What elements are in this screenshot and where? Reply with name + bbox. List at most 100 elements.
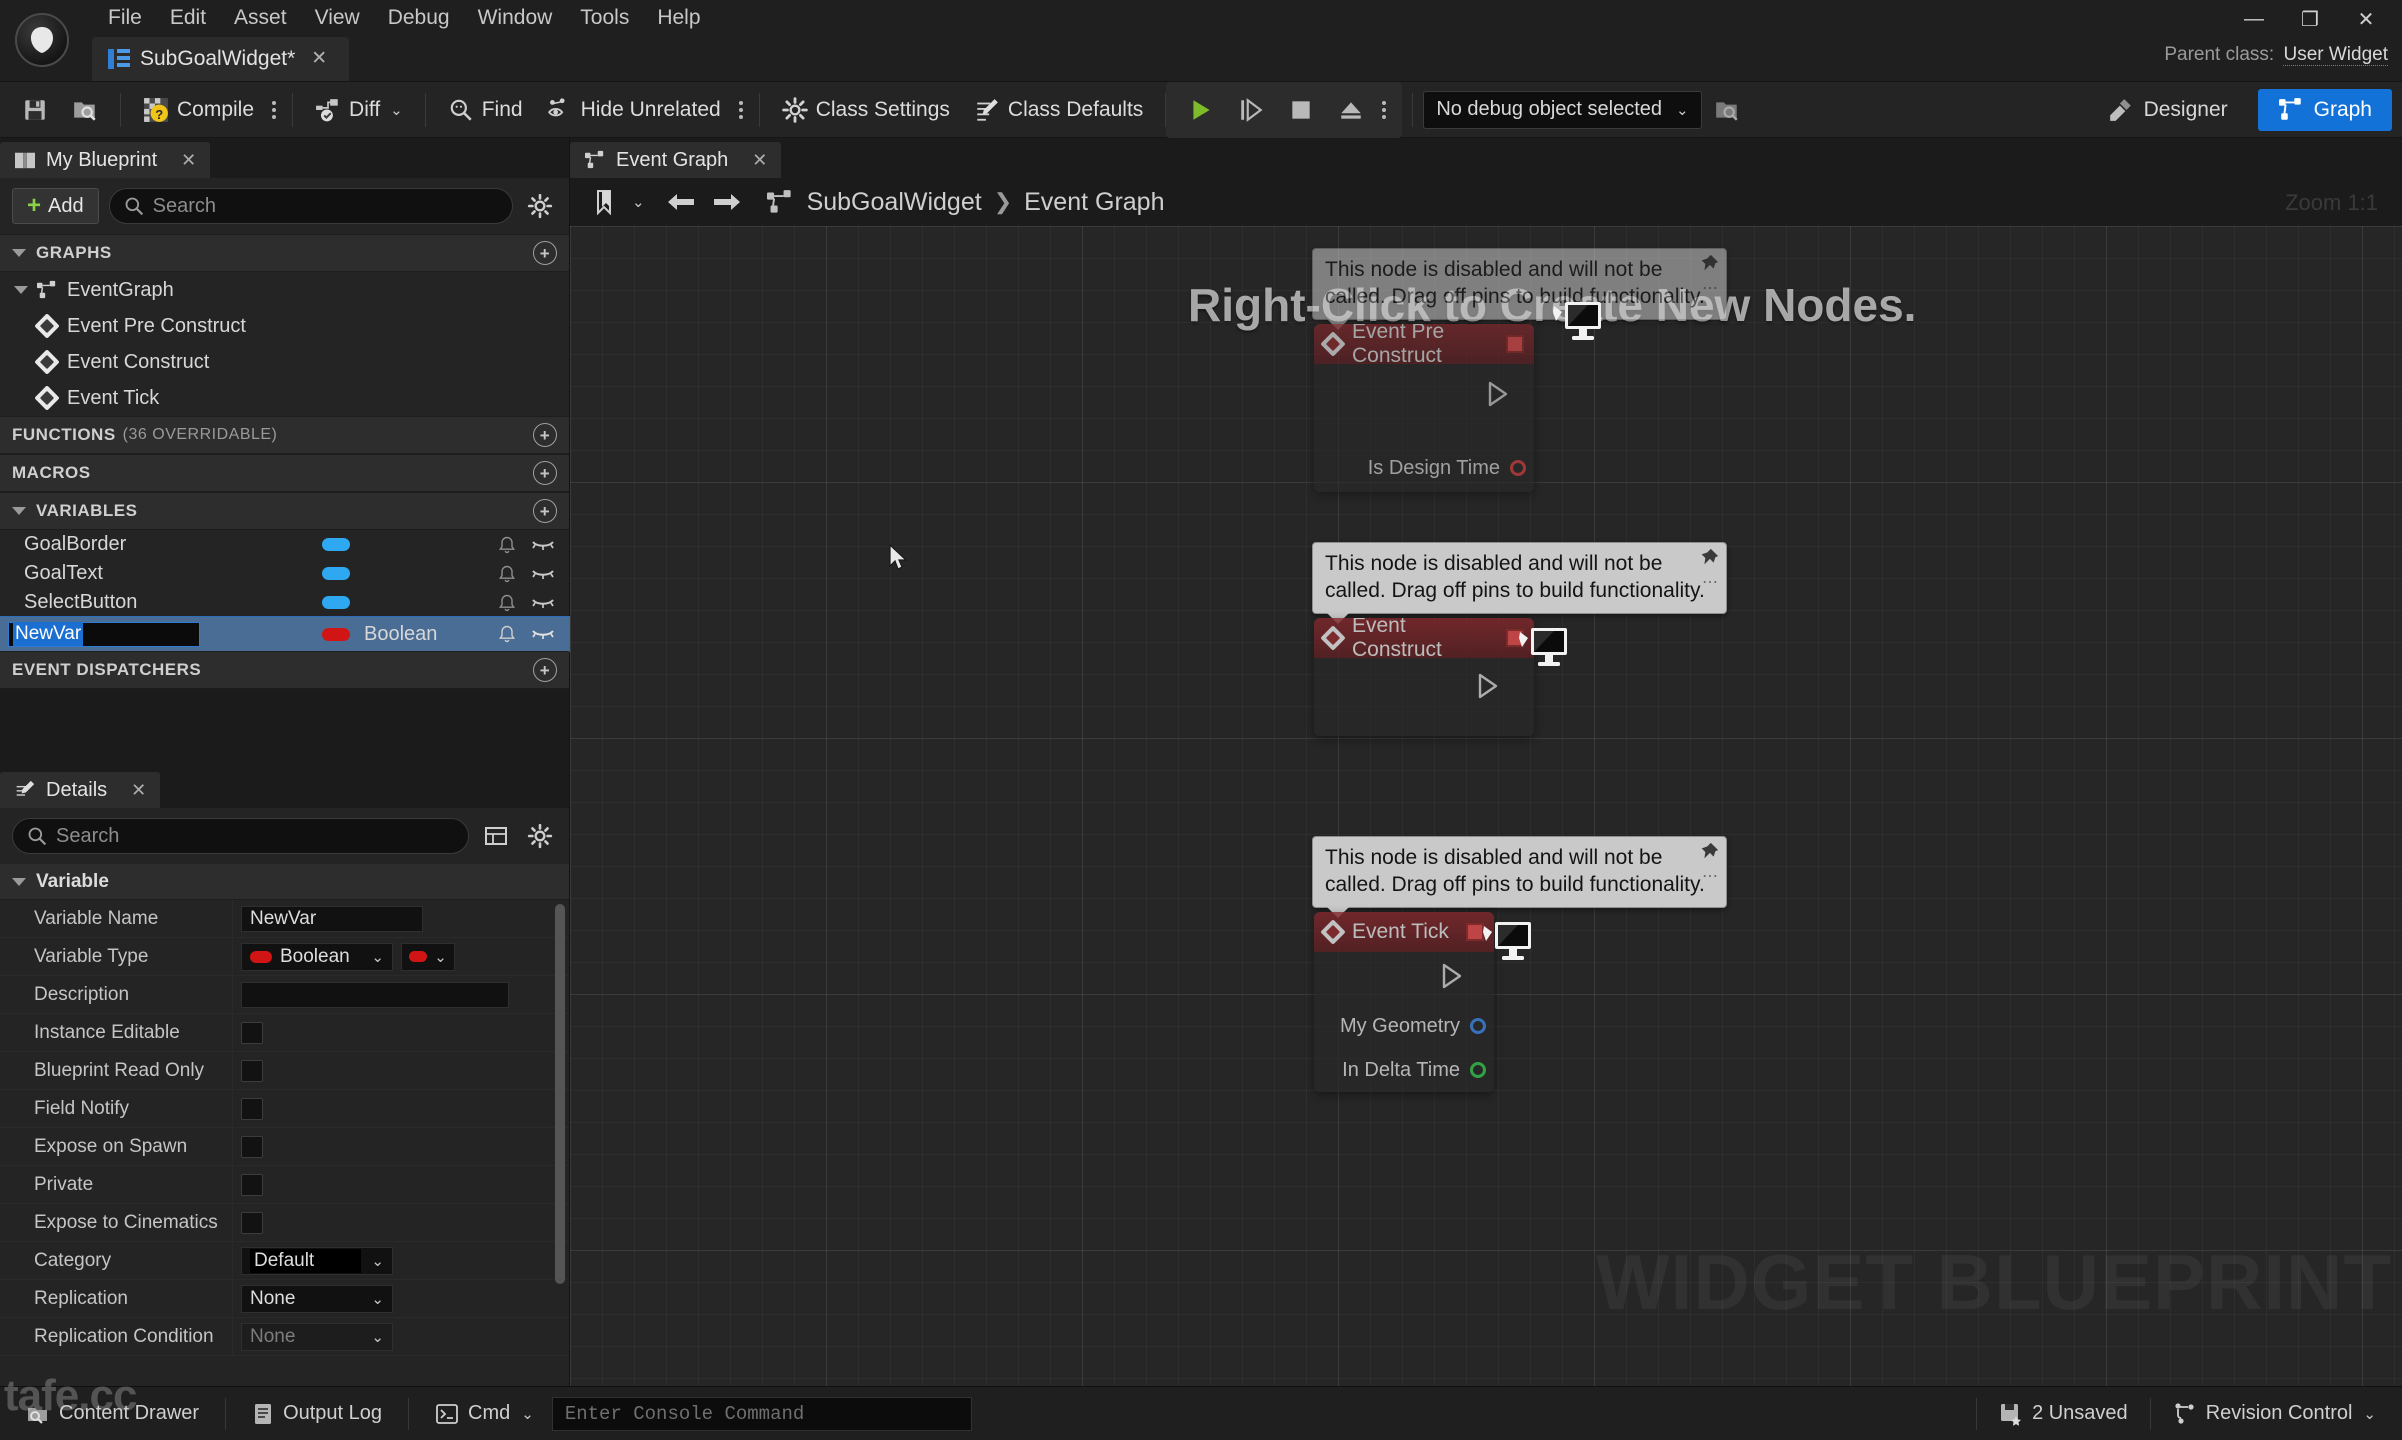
console-command-input[interactable]: Enter Console Command [551, 1396, 972, 1431]
main-menu-bar[interactable]: File Edit Asset View Debug Window Tools … [94, 2, 715, 34]
section-functions[interactable]: FUNCTIONS (36 OVERRIDABLE) + [0, 416, 569, 454]
compile-options-kebab-icon[interactable] [266, 95, 282, 125]
node-box[interactable]: Event Construct [1314, 618, 1534, 737]
browse-debug-object-button[interactable] [1702, 88, 1752, 132]
save-button[interactable] [10, 88, 60, 132]
browse-to-asset-button[interactable] [60, 88, 110, 132]
bell-icon[interactable] [497, 593, 517, 613]
details-column-view-button[interactable] [479, 819, 513, 853]
designer-mode-button[interactable]: Designer [2088, 89, 2248, 131]
field-notify-checkbox[interactable] [241, 1097, 263, 1120]
tooltip-more-icon[interactable]: ⋯ [1702, 867, 1720, 887]
menu-item-file[interactable]: File [94, 2, 156, 34]
tab-event-graph[interactable]: Event Graph ✕ [570, 142, 782, 178]
navigate-back-button[interactable] [661, 183, 701, 221]
add-macro-button[interactable]: + [533, 461, 557, 485]
add-graph-button[interactable]: + [533, 241, 557, 265]
details-scrollbar[interactable] [555, 904, 565, 1284]
expose-to-cinematics-checkbox[interactable] [241, 1211, 263, 1234]
revision-control-button[interactable]: Revision Control ⌄ [2159, 1393, 2390, 1435]
variable-name-field[interactable]: NewVar [241, 905, 423, 932]
node-box[interactable]: Event Pre Construct Is Design Time [1314, 324, 1534, 493]
bookmark-button[interactable] [584, 183, 624, 221]
asset-tab-subgoalwidget[interactable]: SubGoalWidget* ✕ [92, 37, 350, 81]
hide-unrelated-button[interactable]: Hide Unrelated [535, 88, 733, 132]
asset-tab-close-icon[interactable]: ✕ [305, 47, 333, 70]
eject-button[interactable] [1326, 88, 1376, 132]
menu-item-view[interactable]: View [301, 2, 374, 34]
graph-mode-button[interactable]: Graph [2257, 89, 2392, 131]
my-blueprint-settings-button[interactable] [523, 189, 557, 223]
add-variable-button[interactable]: + [533, 499, 557, 523]
node-event-pre-construct[interactable]: This node is disabled and will not be ca… [1312, 248, 1727, 493]
output-log-button[interactable]: Output Log [238, 1393, 396, 1435]
breadcrumb-item-asset[interactable]: SubGoalWidget [807, 188, 982, 217]
my-blueprint-search-input[interactable]: Search [108, 188, 513, 224]
maximize-button[interactable]: ❐ [2282, 2, 2338, 36]
menu-item-asset[interactable]: Asset [220, 2, 301, 34]
tree-item-eventgraph[interactable]: EventGraph [0, 272, 569, 308]
tooltip-more-icon[interactable]: ⋯ [1702, 279, 1720, 299]
content-drawer-button[interactable]: Content Drawer [12, 1393, 213, 1435]
instance-editable-checkbox[interactable] [241, 1021, 263, 1044]
close-button[interactable]: ✕ [2338, 2, 2394, 36]
exec-output-pin-icon[interactable] [1440, 962, 1466, 990]
section-event-dispatchers[interactable]: EVENT DISPATCHERS + [0, 651, 569, 689]
variable-rename-input[interactable]: NewVar [8, 621, 200, 647]
tab-my-blueprint[interactable]: My Blueprint ✕ [0, 142, 211, 178]
minimize-button[interactable]: — [2226, 2, 2282, 36]
pin-icon[interactable] [1698, 841, 1720, 863]
expose-on-spawn-checkbox[interactable] [241, 1135, 263, 1158]
menu-item-tools[interactable]: Tools [566, 2, 643, 34]
class-defaults-button[interactable]: Class Defaults [962, 88, 1155, 132]
section-variables[interactable]: VARIABLES + [0, 492, 569, 530]
cmd-mode-dropdown[interactable]: Cmd ⌄ [421, 1393, 548, 1435]
tree-item-event-pre-construct[interactable]: Event Pre Construct [0, 308, 569, 344]
menu-item-debug[interactable]: Debug [374, 2, 464, 34]
description-field[interactable] [241, 981, 509, 1008]
breadcrumb-item-graph[interactable]: Event Graph [1024, 188, 1164, 217]
float-output-pin-icon[interactable] [1470, 1062, 1486, 1079]
add-new-button[interactable]: + Add [12, 188, 99, 224]
hide-unrelated-options-kebab-icon[interactable] [733, 95, 749, 125]
graph-canvas[interactable]: Right-Click to Create New Nodes. WIDGET … [570, 226, 2402, 1386]
variable-type-dropdown[interactable]: Boolean ⌄ [241, 942, 393, 971]
add-function-button[interactable]: + [533, 423, 557, 447]
variable-row-goalborder[interactable]: GoalBorder [0, 530, 569, 559]
details-section-variable[interactable]: Variable [0, 864, 569, 900]
variable-row-newvar[interactable]: NewVar Boolean [0, 616, 570, 652]
replication-dropdown[interactable]: None ⌄ [241, 1284, 393, 1313]
play-options-kebab-icon[interactable] [1376, 95, 1392, 125]
variable-container-type-dropdown[interactable]: ⌄ [401, 942, 455, 971]
menu-item-help[interactable]: Help [643, 2, 714, 34]
unsaved-assets-button[interactable]: 2 Unsaved [1985, 1393, 2142, 1435]
eye-closed-icon[interactable] [531, 566, 555, 582]
tree-item-event-tick[interactable]: Event Tick [0, 380, 569, 416]
category-dropdown[interactable]: Default ⌄ [241, 1246, 393, 1275]
menu-item-edit[interactable]: Edit [156, 2, 220, 34]
variable-row-selectbutton[interactable]: SelectButton [0, 588, 569, 617]
eye-closed-icon[interactable] [531, 537, 555, 553]
chevron-down-icon[interactable]: ⌄ [390, 101, 403, 119]
graph-tab-close-icon[interactable]: ✕ [752, 150, 767, 171]
section-macros[interactable]: MACROS + [0, 454, 569, 492]
play-button[interactable] [1176, 88, 1226, 132]
node-event-construct[interactable]: This node is disabled and will not be ca… [1312, 542, 1727, 737]
compile-button[interactable]: ? Compile [131, 88, 266, 132]
exec-output-pin-icon[interactable] [1476, 672, 1502, 700]
find-button[interactable]: Find [436, 88, 535, 132]
bool-output-pin-icon[interactable] [1510, 460, 1526, 477]
parent-class-value[interactable]: User Widget [2283, 44, 2388, 66]
my-blueprint-tab-close-icon[interactable]: ✕ [181, 150, 196, 171]
pin-icon[interactable] [1698, 547, 1720, 569]
diff-button[interactable]: Diff ⌄ [303, 88, 415, 132]
blueprint-read-only-checkbox[interactable] [241, 1059, 263, 1082]
details-search-input[interactable]: Search [12, 818, 469, 854]
bell-icon[interactable] [497, 535, 517, 555]
tab-details[interactable]: Details ✕ [0, 772, 161, 808]
details-tab-close-icon[interactable]: ✕ [131, 780, 146, 801]
bell-icon[interactable] [497, 624, 517, 644]
menu-item-window[interactable]: Window [464, 2, 567, 34]
chevron-down-icon[interactable]: ⌄ [632, 193, 645, 211]
add-event-dispatcher-button[interactable]: + [533, 658, 557, 682]
